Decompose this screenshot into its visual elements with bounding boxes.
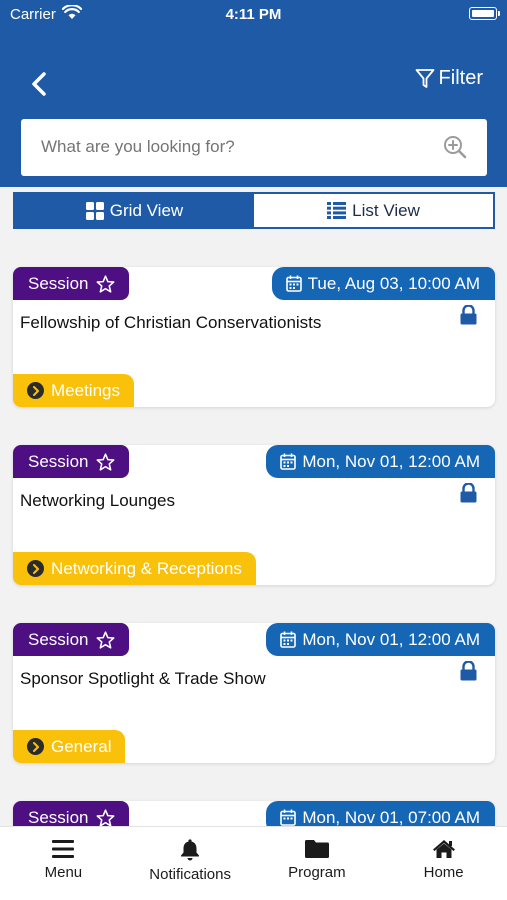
lock-icon	[460, 304, 477, 330]
category-label: General	[51, 736, 112, 756]
menu-icon	[52, 840, 75, 858]
list-view-button[interactable]: List View	[254, 194, 493, 227]
category-label: Meetings	[51, 380, 120, 400]
lock-icon	[460, 660, 477, 686]
session-card[interactable]: Session Mon, Nov 01, 12:00 AM Sponsor Sp…	[13, 623, 495, 763]
list-icon	[327, 202, 347, 219]
session-type-label: Session	[28, 629, 89, 649]
star-icon[interactable]	[96, 630, 115, 649]
session-type-badge: Session	[13, 267, 129, 300]
date-badge: Mon, Nov 01, 12:00 AM	[266, 445, 495, 478]
tab-program-label: Program	[288, 864, 346, 881]
lock-icon	[460, 482, 477, 508]
category-badge[interactable]: Networking & Receptions	[13, 552, 256, 585]
bell-icon	[181, 839, 200, 861]
search-bar	[21, 119, 487, 176]
tab-home-label: Home	[423, 864, 464, 881]
session-card[interactable]: Session Mon, Nov 01, 12:00 AM Networking…	[13, 445, 495, 585]
date-label: Mon, Nov 01, 12:00 AM	[302, 451, 480, 471]
date-label: Tue, Aug 03, 10:00 AM	[307, 273, 480, 293]
date-badge: Tue, Aug 03, 10:00 AM	[271, 267, 495, 300]
filter-button[interactable]: Filter	[415, 67, 483, 90]
chevron-right-circle-icon	[27, 382, 44, 399]
tab-home[interactable]: Home	[380, 827, 507, 900]
session-title: Networking Lounges	[20, 491, 175, 510]
battery-icon	[469, 7, 500, 20]
tab-notifications[interactable]: Notifications	[127, 827, 254, 900]
star-icon[interactable]	[96, 808, 115, 827]
category-badge[interactable]: Meetings	[13, 374, 134, 407]
bottom-tab-bar: Menu Notifications Program Home	[0, 826, 507, 900]
category-label: Networking & Receptions	[51, 558, 242, 578]
folder-icon	[304, 840, 329, 858]
clock: 4:11 PM	[225, 6, 282, 23]
grid-view-label: Grid View	[109, 200, 184, 220]
star-icon[interactable]	[96, 452, 115, 471]
filter-icon	[415, 68, 434, 88]
filter-label: Filter	[438, 67, 483, 89]
tab-notifications-label: Notifications	[149, 866, 231, 883]
category-badge[interactable]: General	[13, 730, 126, 763]
app-header: Carrier 4:11 PM Filter	[0, 0, 507, 187]
date-label: Mon, Nov 01, 12:00 AM	[302, 629, 480, 649]
session-card[interactable]: Session Tue, Aug 03, 10:00 AM Fellowship…	[13, 267, 495, 407]
calendar-icon	[280, 453, 297, 470]
session-type-label: Session	[28, 451, 89, 471]
grid-view-button[interactable]: Grid View	[15, 194, 254, 227]
back-button[interactable]	[28, 70, 52, 98]
calendar-icon	[285, 275, 302, 292]
zoom-in-search-icon[interactable]	[443, 135, 467, 164]
session-type-label: Session	[28, 273, 89, 293]
view-toggle: Grid View List View	[13, 192, 495, 229]
session-type-badge: Session	[13, 623, 129, 656]
tab-menu-label: Menu	[44, 864, 83, 881]
session-type-label: Session	[28, 807, 89, 827]
search-input[interactable]	[41, 137, 421, 157]
session-title: Sponsor Spotlight & Trade Show	[20, 669, 266, 688]
list-view-label: List View	[352, 200, 420, 220]
calendar-icon	[280, 631, 297, 648]
date-badge: Mon, Nov 01, 12:00 AM	[266, 623, 495, 656]
tab-menu[interactable]: Menu	[0, 827, 127, 900]
status-bar: Carrier 4:11 PM	[0, 0, 507, 30]
chevron-left-icon	[32, 72, 46, 96]
session-type-badge: Session	[13, 445, 129, 478]
home-icon	[432, 840, 455, 858]
chevron-right-circle-icon	[27, 738, 44, 755]
calendar-icon	[280, 809, 297, 826]
session-title: Fellowship of Christian Conservationists	[20, 313, 322, 332]
star-icon[interactable]	[96, 274, 115, 293]
grid-icon	[85, 201, 104, 220]
date-label: Mon, Nov 01, 07:00 AM	[302, 807, 480, 827]
tab-program[interactable]: Program	[254, 827, 381, 900]
chevron-right-circle-icon	[27, 560, 44, 577]
